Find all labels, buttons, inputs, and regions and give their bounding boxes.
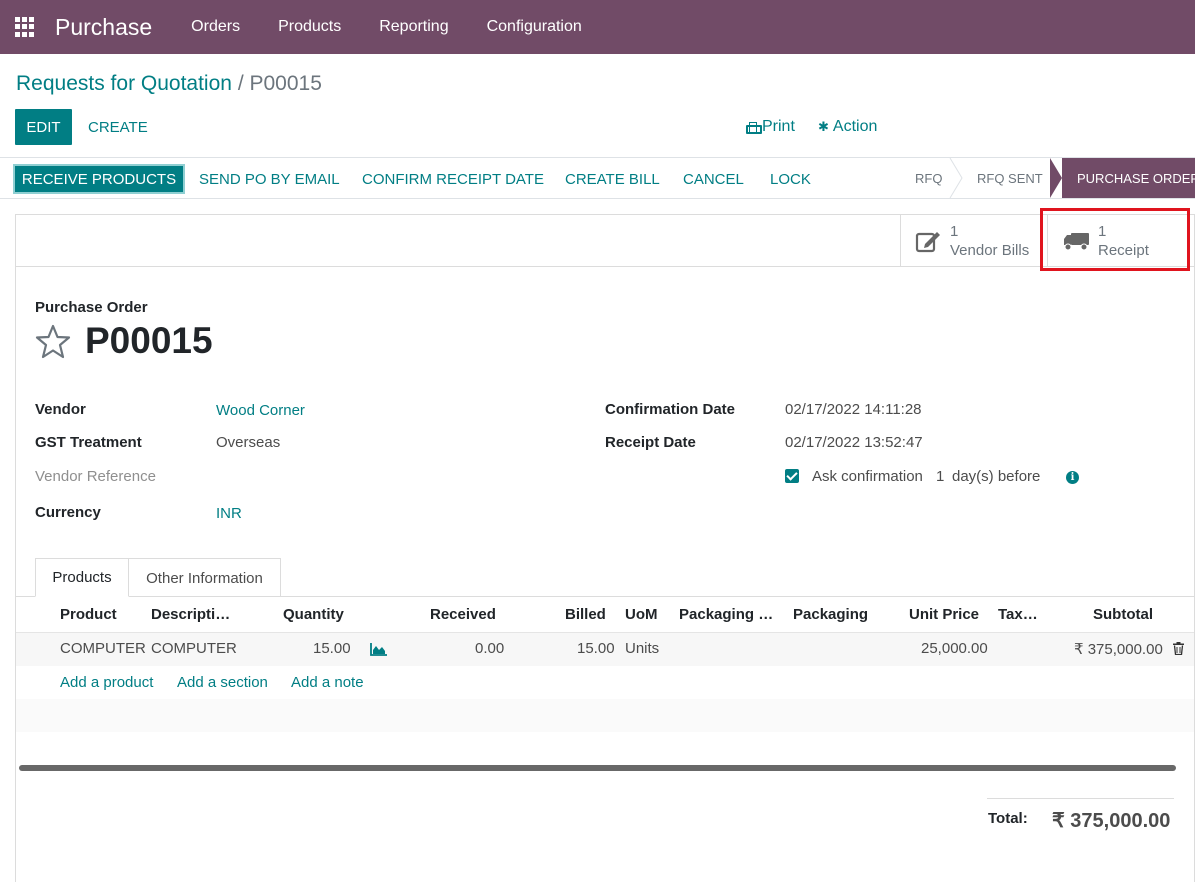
total-value: ₹ 375,000.00 (1052, 810, 1171, 832)
menu-orders[interactable]: Orders (172, 18, 259, 36)
col-header-unit-price[interactable]: Unit Price (909, 606, 979, 623)
currency-value[interactable]: INR (216, 505, 242, 522)
receive-products-button[interactable]: RECEIVE PRODUCTS (13, 164, 185, 194)
print-button[interactable]: Print (746, 118, 795, 136)
col-header-subtotal[interactable]: Subtotal (1093, 606, 1153, 623)
col-header-packaging-qty[interactable]: Packaging … (679, 606, 773, 623)
col-header-description[interactable]: Descripti… (151, 606, 230, 623)
vendor-label: Vendor (35, 401, 86, 418)
ask-confirmation-label: Ask confirmation (812, 468, 923, 485)
stage-rfq-sent[interactable]: RFQ SENT (977, 158, 1043, 198)
po-number-title: P00015 (85, 320, 213, 361)
print-icon (746, 122, 762, 134)
gear-icon: ✱ (818, 119, 829, 134)
breadcrumb-current: P00015 (249, 72, 322, 95)
add-product-link[interactable]: Add a product (60, 674, 153, 691)
vendor-bills-smart-button[interactable]: 1 Vendor Bills (900, 215, 1042, 267)
total-label: Total: (988, 810, 1028, 827)
confirm-receipt-date-button[interactable]: CONFIRM RECEIPT DATE (362, 164, 544, 194)
cell-uom: Units (625, 640, 660, 657)
smart-button-box: 1 Vendor Bills 1 Receipt (16, 215, 1194, 267)
empty-row (16, 699, 1194, 732)
edit-button[interactable]: EDIT (15, 109, 72, 145)
cell-product: COMPUTER (60, 640, 146, 657)
send-po-email-button[interactable]: SEND PO BY EMAIL (199, 164, 340, 194)
receipt-date-value[interactable]: 02/17/2022 13:52:47 (785, 434, 923, 451)
ask-confirmation-checkbox[interactable] (785, 469, 799, 483)
form-sheet: 1 Vendor Bills 1 Receipt (15, 214, 1195, 882)
menu-products[interactable]: Products (259, 18, 360, 36)
currency-label: Currency (35, 504, 101, 521)
trash-icon[interactable] (1173, 642, 1184, 655)
lock-button[interactable]: LOCK (770, 164, 811, 194)
col-header-uom[interactable]: UoM (625, 606, 658, 623)
print-label: Print (762, 118, 795, 135)
create-bill-button[interactable]: CREATE BILL (565, 164, 660, 194)
stage-notch (1050, 158, 1062, 198)
stage-separator-arrow (949, 158, 963, 198)
vendor-value[interactable]: Wood Corner (216, 402, 305, 419)
ask-confirmation-days[interactable]: 1 (936, 468, 944, 485)
add-section-link[interactable]: Add a section (177, 674, 268, 691)
breadcrumb: Requests for Quotation / P00015 (16, 72, 322, 96)
cell-billed: 15.00 (577, 640, 615, 657)
action-button[interactable]: ✱ Action (818, 118, 877, 136)
receipt-date-label: Receipt Date (605, 434, 696, 451)
top-navbar: Purchase Orders Products Reporting Confi… (0, 0, 1195, 54)
horizontal-scrollbar[interactable] (19, 765, 1176, 771)
doc-type-label: Purchase Order (35, 299, 148, 316)
cell-quantity: 15.00 (313, 640, 351, 657)
cell-unit-price: 25,000.00 (921, 640, 988, 657)
col-header-product[interactable]: Product (60, 606, 117, 623)
receipt-highlight-box (1040, 208, 1190, 271)
cell-received: 0.00 (475, 640, 505, 657)
status-bar: RECEIVE PRODUCTS SEND PO BY EMAIL CONFIR… (0, 157, 1195, 199)
breadcrumb-rfq-link[interactable]: Requests for Quotation (16, 72, 232, 95)
create-button[interactable]: CREATE (88, 109, 148, 145)
tab-other-information[interactable]: Other Information (128, 558, 281, 597)
confirmation-date-value[interactable]: 02/17/2022 14:11:28 (785, 401, 922, 418)
action-label: Action (832, 118, 878, 135)
cell-subtotal: ₹ 375,000.00 (1074, 641, 1163, 658)
stage-rfq[interactable]: RFQ (915, 158, 942, 198)
star-icon[interactable] (35, 324, 71, 360)
gst-treatment-label: GST Treatment (35, 434, 142, 451)
confirmation-date-label: Confirmation Date (605, 401, 736, 418)
col-header-packaging[interactable]: Packaging (793, 606, 868, 623)
apps-menu-icon[interactable] (15, 17, 35, 37)
vendor-reference-label: Vendor Reference (35, 468, 156, 485)
col-header-quantity[interactable]: Quantity (283, 606, 344, 623)
cell-description: COMPUTER (151, 640, 237, 657)
cancel-button[interactable]: CANCEL (683, 164, 744, 194)
ask-confirmation-suffix: day(s) before (952, 468, 1041, 485)
gst-treatment-value[interactable]: Overseas (216, 434, 280, 451)
total-divider (987, 798, 1174, 799)
info-icon[interactable]: i (1066, 471, 1079, 484)
edit-document-icon (915, 232, 940, 253)
menu-reporting[interactable]: Reporting (360, 18, 467, 36)
vendor-bills-label: Vendor Bills (950, 242, 1030, 259)
vendor-bills-count: 1 (950, 223, 959, 240)
menu-configuration[interactable]: Configuration (468, 18, 601, 36)
col-header-taxes[interactable]: Tax… (998, 606, 1038, 623)
add-note-link[interactable]: Add a note (291, 674, 364, 691)
col-header-received[interactable]: Received (430, 606, 496, 623)
app-brand[interactable]: Purchase (55, 14, 152, 41)
tab-products[interactable]: Products (35, 558, 129, 597)
empty-row (16, 732, 1194, 765)
col-header-billed[interactable]: Billed (565, 606, 606, 623)
forecast-chart-icon[interactable] (370, 643, 387, 656)
breadcrumb-separator: / (237, 72, 244, 95)
stage-purchase-order[interactable]: PURCHASE ORDER (1050, 158, 1195, 198)
